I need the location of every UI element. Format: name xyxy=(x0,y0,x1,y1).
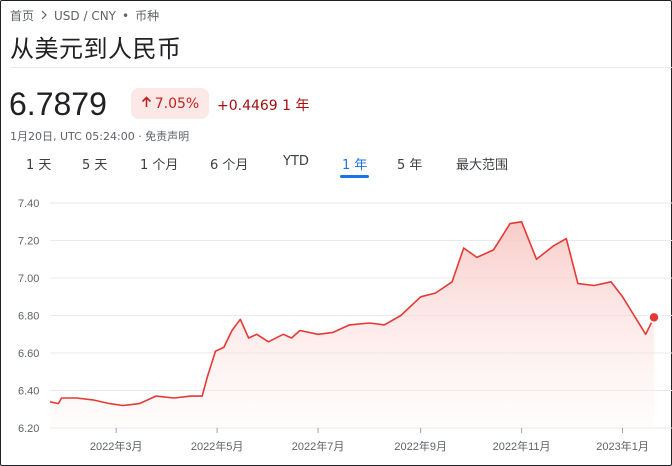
divider xyxy=(10,67,672,68)
x-axis-labels: 2022年3月 2022年5月 2022年7月 2022年9月 2022年11月 2023… xyxy=(90,428,649,453)
y-tick-label: 6.40 xyxy=(18,386,39,398)
arrow-up-icon xyxy=(141,95,152,112)
tab-6m[interactable]: 6 个月 xyxy=(210,154,248,173)
y-tick-label: 6.60 xyxy=(18,348,39,360)
y-axis-labels: 7.40 7.20 7.00 6.80 6.60 6.40 6.20 xyxy=(18,198,39,435)
breadcrumb-home-link[interactable]: 首页 xyxy=(10,7,34,24)
tab-5y[interactable]: 5 年 xyxy=(397,154,422,173)
y-tick-label: 6.20 xyxy=(18,423,39,435)
breadcrumb: 首页 USD / CNY • 币种 xyxy=(10,7,159,24)
breadcrumb-category[interactable]: 币种 xyxy=(135,7,159,24)
tab-1d[interactable]: 1 天 xyxy=(26,154,51,173)
x-tick-label: 2022年7月 xyxy=(292,439,345,453)
page-title: 从美元到人民币 xyxy=(10,35,182,63)
current-price: 6.7879 xyxy=(9,86,107,122)
x-tick-label: 2022年11月 xyxy=(493,439,551,453)
change-absolute: +0.4469 1 年 xyxy=(217,98,310,114)
price-chart[interactable]: 7.407.207.006.806.606.406.20 2022年3月 2022… xyxy=(0,190,672,466)
tab-max[interactable]: 最大范围 xyxy=(456,154,508,173)
x-tick-label: 2022年9月 xyxy=(394,439,447,453)
x-tick-label: 2022年3月 xyxy=(90,439,143,453)
tab-5d[interactable]: 5 天 xyxy=(82,154,107,173)
current-price-dot[interactable] xyxy=(648,311,660,324)
tab-1m[interactable]: 1 个月 xyxy=(140,154,178,173)
x-tick-label: 2023年1月 xyxy=(596,439,649,453)
timestamp: 1月20日, UTC 05:24:00 · 免责声明 xyxy=(10,130,190,143)
y-tick-label: 7.40 xyxy=(18,198,39,210)
breadcrumb-dot: • xyxy=(122,8,130,23)
tab-ytd[interactable]: YTD xyxy=(283,154,309,169)
change-badge: 7.05% xyxy=(131,88,209,119)
change-percent: 7.05% xyxy=(154,95,200,112)
y-tick-label: 6.80 xyxy=(18,311,39,323)
tab-1y[interactable]: 1 年 xyxy=(339,154,370,178)
x-tick-label: 2022年5月 xyxy=(191,439,244,453)
y-tick-label: 7.20 xyxy=(18,236,39,248)
chevron-right-icon xyxy=(40,9,48,23)
breadcrumb-pair[interactable]: USD / CNY xyxy=(54,9,116,23)
y-tick-label: 7.00 xyxy=(18,273,39,285)
